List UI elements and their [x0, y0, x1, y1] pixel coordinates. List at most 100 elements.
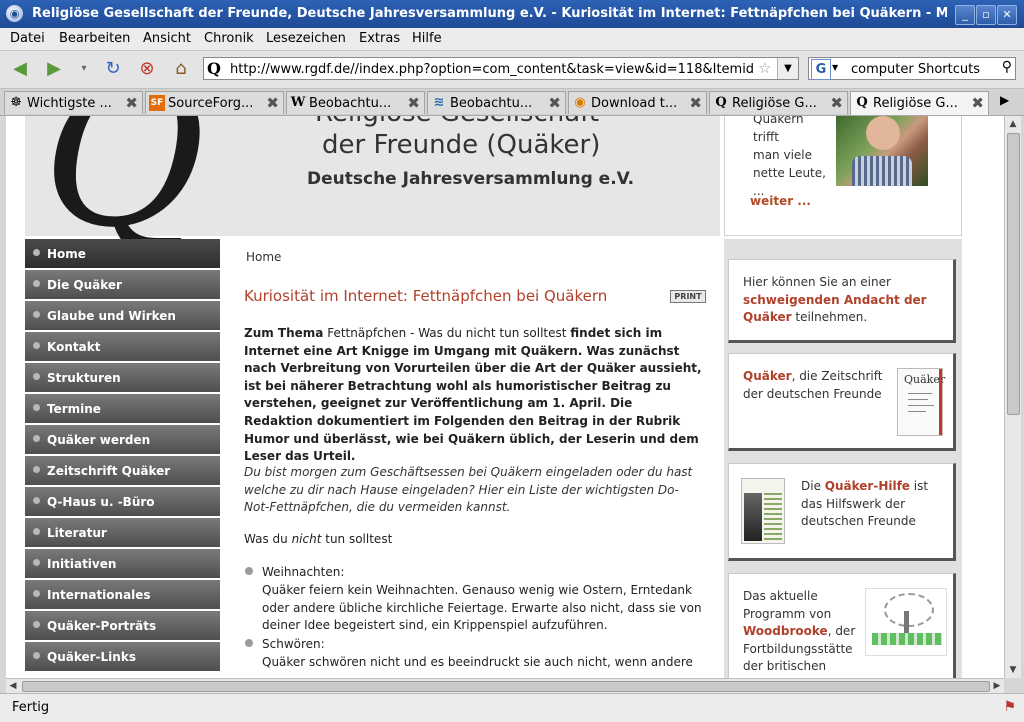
menu-chronik[interactable]: Chronik — [204, 31, 254, 46]
tab-7-active[interactable]: Q Religiöse G... ✖ — [850, 91, 989, 115]
tab-close-icon[interactable]: ✖ — [266, 94, 279, 112]
hscroll-thumb[interactable] — [22, 681, 990, 692]
menu-hilfe[interactable]: Hilfe — [412, 31, 442, 46]
reload-icon[interactable]: ↻ — [101, 58, 125, 80]
tab-1[interactable]: ☸ Wichtigste ... ✖ — [4, 91, 143, 114]
nav-item-q-haus[interactable]: Q-Haus u. -Büro — [25, 487, 220, 518]
forward-arrow-icon[interactable]: ▶ — [42, 58, 66, 80]
intro-normal: Fettnäpfchen - Was du nicht tun solltest — [323, 326, 571, 340]
nav-label: Q-Haus u. -Büro — [47, 495, 155, 509]
nav-label: Home — [47, 247, 86, 261]
nav-item-glaube[interactable]: Glaube und Wirken — [25, 301, 220, 332]
nav-item-quaeker-werden[interactable]: Quäker werden — [25, 425, 220, 456]
woodbrooke-link[interactable]: Woodbrooke — [743, 624, 828, 638]
bookmark-star-icon[interactable]: ☆ — [758, 59, 771, 77]
nav-label: Internationales — [47, 588, 151, 602]
nav-item-die-quaeker[interactable]: Die Quäker — [25, 270, 220, 301]
nav-item-literatur[interactable]: Literatur — [25, 518, 220, 549]
nav-item-initiativen[interactable]: Initiativen — [25, 549, 220, 580]
search-icon[interactable]: ⚲ — [1002, 59, 1012, 75]
tab-list-icon[interactable]: ▶ — [1000, 93, 1009, 107]
menu-lesezeichen[interactable]: Lesezeichen — [266, 31, 346, 46]
nav-item-strukturen[interactable]: Strukturen — [25, 363, 220, 394]
nav-item-internationales[interactable]: Internationales — [25, 580, 220, 611]
tab-close-icon[interactable]: ✖ — [125, 94, 138, 112]
history-dropdown-icon[interactable]: ▾ — [72, 58, 96, 80]
tab-bar: ☸ Wichtigste ... ✖ SF SourceForg... ✖ W … — [0, 89, 1024, 116]
url-input[interactable]: http://www.rgdf.de//index.php?option=com… — [230, 62, 755, 77]
cover-line — [908, 405, 934, 406]
window-titlebar[interactable]: ◉ Religiöse Gesellschaft der Freunde, De… — [0, 0, 1024, 28]
tab-favicon-icon: Q — [856, 95, 868, 110]
scroll-left-icon[interactable]: ◀ — [6, 679, 20, 693]
cover-stripe — [939, 369, 942, 435]
zeitschrift-cover-image[interactable]: Quäker — [897, 368, 945, 436]
nav-item-links[interactable]: Quäker-Links — [25, 642, 220, 673]
org-name-line2: der Freunde (Quäker) — [322, 130, 601, 160]
url-dropdown-icon[interactable]: ▼ — [777, 58, 798, 79]
andacht-text-post: teilnehmen. — [791, 310, 868, 325]
tab-5[interactable]: ◉ Download t... ✖ — [568, 91, 707, 114]
print-icon[interactable]: PRINT — [670, 290, 706, 303]
portrait-photo[interactable] — [836, 116, 928, 186]
nav-label: Quäker werden — [47, 433, 151, 447]
menu-bearbeiten[interactable]: Bearbeiten — [59, 31, 130, 46]
nav-label: Glaube und Wirken — [47, 309, 176, 323]
minimize-button[interactable]: _ — [955, 5, 975, 25]
horizontal-scrollbar[interactable]: ◀ ▶ — [6, 678, 1004, 693]
menu-extras[interactable]: Extras — [359, 31, 400, 46]
andacht-text: Hier können Sie an einer — [743, 275, 891, 289]
maximize-button[interactable]: ▫ — [976, 5, 996, 25]
menu-ansicht[interactable]: Ansicht — [143, 31, 191, 46]
nav-item-home[interactable]: Home — [25, 239, 220, 270]
tab-close-icon[interactable]: ✖ — [407, 94, 420, 112]
google-engine-icon[interactable]: G — [811, 59, 831, 80]
addon-status-icon[interactable]: ⚑ — [1003, 699, 1016, 715]
woodbrooke-tree-image[interactable] — [865, 588, 947, 656]
vertical-scrollbar[interactable]: ▲ ▼ — [1004, 116, 1021, 678]
bullet-icon — [33, 280, 40, 287]
quaeker-hilfe-link[interactable]: Quäker-Hilfe — [825, 479, 910, 493]
site-header: Q Religiöse Gesellschaft der Freunde (Qu… — [25, 116, 720, 256]
close-button[interactable]: ✕ — [997, 5, 1017, 25]
search-bar[interactable]: G ▼ computer Shortcuts ⚲ — [808, 57, 1016, 80]
bullet-icon — [33, 404, 40, 411]
url-bar[interactable]: Q http://www.rgdf.de//index.php?option=c… — [203, 57, 799, 80]
tab-close-icon[interactable]: ✖ — [830, 94, 843, 112]
nav-item-zeitschrift[interactable]: Zeitschrift Quäker — [25, 456, 220, 487]
quaker-logo[interactable]: Q — [42, 116, 206, 256]
tab-2[interactable]: SF SourceForg... ✖ — [145, 91, 284, 114]
nav-label: Kontakt — [47, 340, 101, 354]
weiter-link[interactable]: weiter ... — [750, 194, 811, 208]
quaeker-hilfe-box: Die Quäker-Hilfe ist das Hilfswerk der d… — [728, 463, 956, 561]
hilfe-text-pre: Die — [801, 479, 825, 493]
bullet-icon — [33, 652, 40, 659]
tab-close-icon[interactable]: ✖ — [971, 94, 984, 112]
engine-dropdown-icon[interactable]: ▼ — [832, 63, 838, 72]
nav-label: Literatur — [47, 526, 107, 540]
bullet-icon — [245, 567, 253, 575]
right-sidebar: Hier können Sie an einer schweigenden An… — [724, 239, 962, 678]
scroll-thumb[interactable] — [1007, 133, 1020, 415]
tab-close-icon[interactable]: ✖ — [548, 94, 561, 112]
zeitschrift-link[interactable]: Quäker — [743, 369, 792, 383]
bullet-icon — [33, 590, 40, 597]
scroll-right-icon[interactable]: ▶ — [990, 679, 1004, 693]
quaeker-hilfe-image[interactable] — [741, 478, 785, 544]
tab-close-icon[interactable]: ✖ — [689, 94, 702, 112]
tab-label: Religiöse G... — [732, 96, 817, 111]
nav-item-portraets[interactable]: Quäker-Porträts — [25, 611, 220, 642]
back-arrow-icon[interactable]: ◀ — [8, 58, 32, 80]
nav-label: Quäker-Links — [47, 650, 136, 664]
tab-4[interactable]: ≋ Beobachtu... ✖ — [427, 91, 566, 114]
tab-3[interactable]: W Beobachtu... ✖ — [286, 91, 425, 114]
nav-item-termine[interactable]: Termine — [25, 394, 220, 425]
scroll-up-icon[interactable]: ▲ — [1005, 116, 1021, 132]
scroll-down-icon[interactable]: ▼ — [1005, 662, 1021, 678]
menu-datei[interactable]: Datei — [10, 31, 45, 46]
tab-6[interactable]: Q Religiöse G... ✖ — [709, 91, 848, 114]
nav-item-kontakt[interactable]: Kontakt — [25, 332, 220, 363]
search-input[interactable]: computer Shortcuts — [851, 62, 980, 77]
home-icon[interactable]: ⌂ — [169, 58, 193, 80]
stop-icon[interactable]: ⊗ — [135, 58, 159, 80]
